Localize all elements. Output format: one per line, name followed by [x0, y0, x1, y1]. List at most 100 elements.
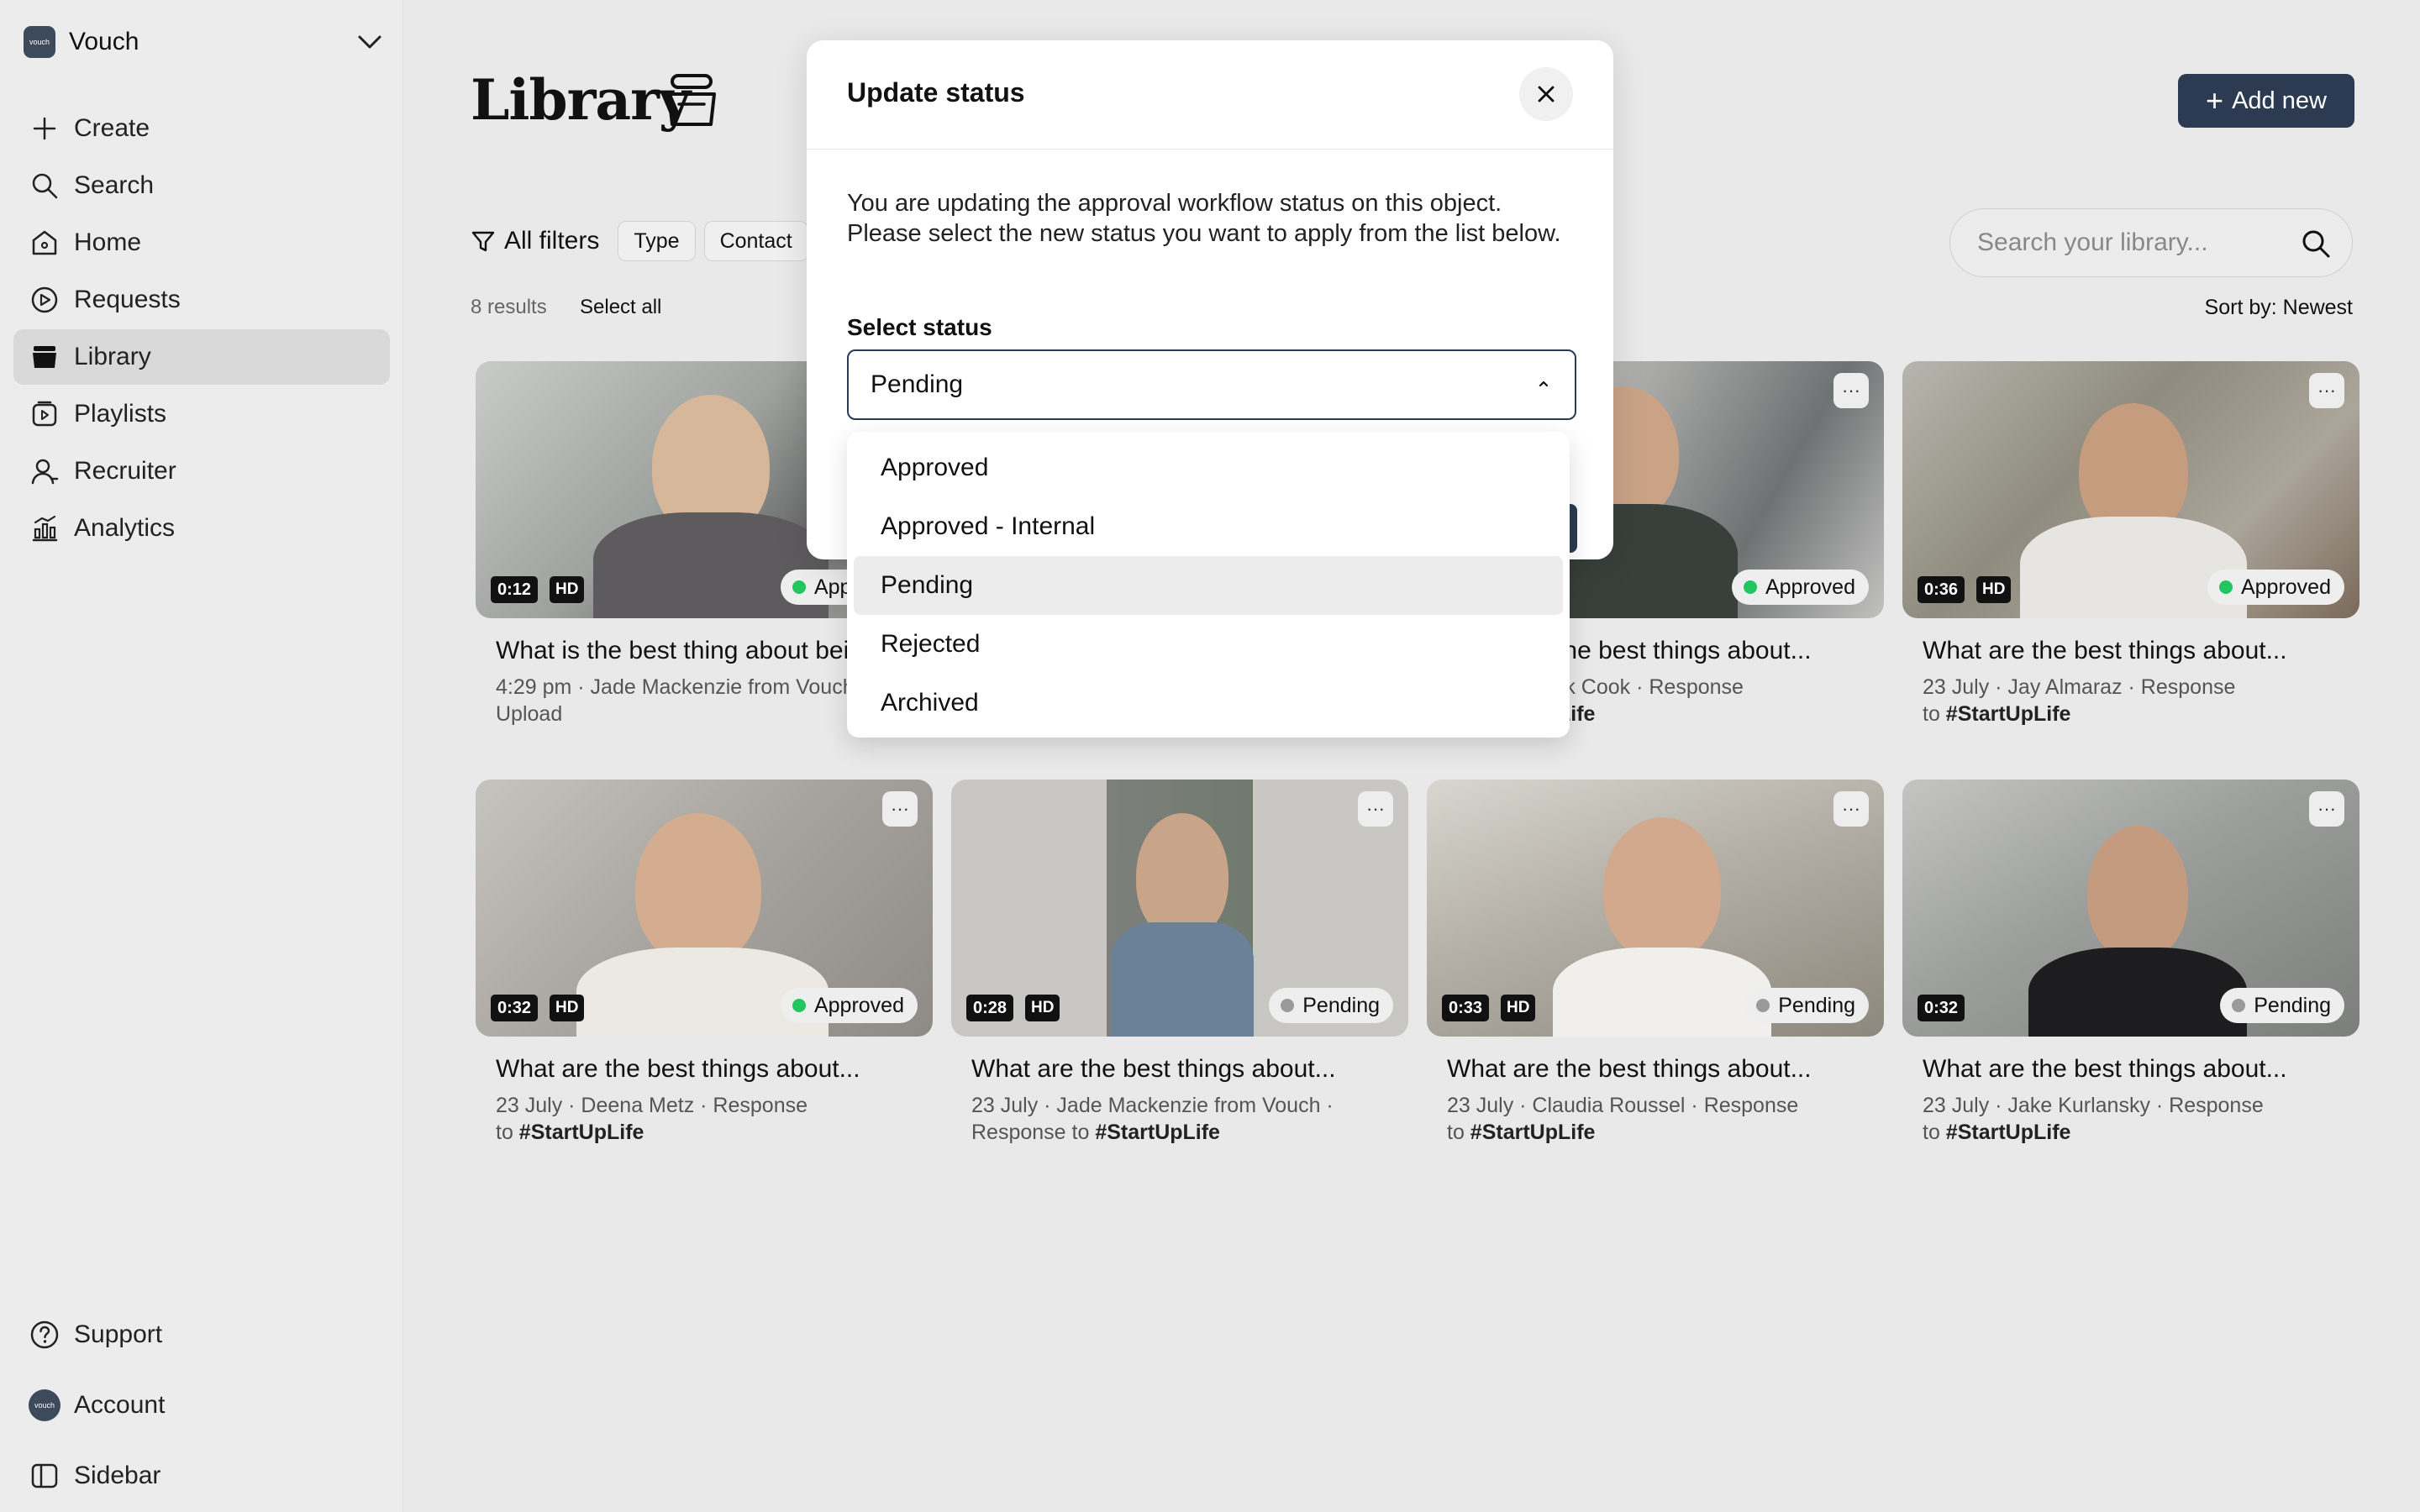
library-search-input[interactable]: Search your library... — [1949, 208, 2353, 277]
video-thumbnail[interactable]: ··· 0:28 HD Pending — [951, 780, 1408, 1037]
person-shoulders — [2020, 517, 2247, 618]
filter-chip-type[interactable]: Type — [618, 221, 696, 261]
sidebar-item-label: Create — [74, 114, 150, 142]
video-card[interactable]: ··· 0:33 HD Pending What are the best th… — [1427, 780, 1884, 1146]
modal-description: You are updating the approval workflow s… — [847, 190, 1561, 247]
status-option-rejected[interactable]: Rejected — [854, 615, 1563, 674]
meta-tag: #StartUpLife — [1095, 1121, 1220, 1144]
sidebar-item-create[interactable]: Create — [13, 101, 390, 156]
video-title[interactable]: What are the best things about... — [1923, 637, 2360, 665]
status-badge: Approved — [2207, 570, 2344, 605]
meta-line: 23 July · Deena Metz · Response — [496, 1094, 808, 1117]
video-meta: 23 July · Jade Mackenzie from Vouch · Res… — [971, 1092, 1392, 1146]
sidebar-item-account[interactable]: vouch Account — [13, 1371, 390, 1440]
duration-badge: 0:12 — [491, 576, 539, 603]
more-options-button[interactable]: ··· — [2309, 791, 2344, 827]
sort-dropdown[interactable]: Sort by: Newest — [2205, 296, 2353, 320]
page-title: Library — [471, 67, 691, 133]
video-card[interactable]: ··· 0:36 HD Approved What are the best t… — [1902, 361, 2360, 727]
sidebar-item-requests[interactable]: Requests — [13, 272, 390, 328]
duration-badge: 0:36 — [1918, 576, 1965, 603]
status-label: Pending — [1778, 993, 1855, 1017]
status-option-archived[interactable]: Archived — [854, 674, 1563, 732]
sidebar-item-support[interactable]: Support — [13, 1300, 390, 1369]
sidebar-item-recruiter[interactable]: Recruiter — [13, 444, 390, 499]
video-title[interactable]: What are the best things about... — [971, 1055, 1408, 1084]
status-badge: Pending — [1269, 988, 1393, 1023]
hd-badge: HD — [550, 995, 585, 1021]
status-select[interactable]: Pending — [847, 349, 1576, 420]
meta-tag: #StartUpLife — [1470, 1121, 1596, 1144]
meta-line: 23 July · Jake Kurlansky · Response — [1923, 1094, 2264, 1117]
meta-tag: #StartUpLife — [1945, 1121, 2071, 1144]
sidebar-item-label: Support — [74, 1320, 163, 1348]
sidebar-item-label: Recruiter — [74, 457, 176, 485]
help-icon — [29, 1319, 60, 1351]
playlists-icon — [29, 398, 60, 430]
home-icon — [29, 227, 60, 259]
workspace-switcher[interactable]: vouch Vouch — [24, 24, 383, 60]
sidebar-item-analytics[interactable]: Analytics — [13, 501, 390, 556]
library-icon — [29, 341, 60, 373]
video-title[interactable]: What are the best things about... — [1923, 1055, 2360, 1084]
more-options-button[interactable]: ··· — [1358, 791, 1393, 827]
sidebar-item-label: Analytics — [74, 514, 176, 542]
sidebar-item-label: Home — [74, 228, 142, 256]
status-option-pending[interactable]: Pending — [854, 556, 1563, 615]
meta-tag: #StartUpLife — [1945, 702, 2071, 726]
video-thumbnail[interactable]: ··· 0:33 HD Pending — [1427, 780, 1884, 1037]
results-count: 8 results — [471, 296, 547, 318]
sidebar-item-library[interactable]: Library — [13, 329, 390, 385]
video-meta: 23 July · Claudia Roussel · Response to #… — [1447, 1092, 1867, 1146]
video-thumbnail[interactable]: ··· 0:32 HD Approved — [476, 780, 933, 1037]
filter-chip-contact[interactable]: Contact — [703, 221, 808, 261]
all-filters-button[interactable]: All filters — [471, 227, 599, 255]
sidebar-item-home[interactable]: Home — [13, 215, 390, 270]
person-silhouette — [1136, 813, 1228, 939]
status-dot — [1743, 580, 1757, 594]
meta-line: 4:29 pm · Jade Mackenzie from Vouch · — [496, 675, 867, 699]
search-icon — [29, 170, 60, 202]
video-thumbnail[interactable]: ··· 0:32 Pending — [1902, 780, 2360, 1037]
meta-line: 23 July · Claudia Roussel · Response — [1447, 1094, 1799, 1117]
video-card[interactable]: ··· 0:32 Pending What are the best thing… — [1902, 780, 2360, 1146]
select-all-button[interactable]: Select all — [580, 296, 661, 319]
video-title[interactable]: What are the best things about... — [1447, 1055, 1884, 1084]
search-icon[interactable] — [2300, 228, 2332, 260]
more-options-button[interactable]: ··· — [1833, 373, 1869, 408]
video-title[interactable]: What are the best things about... — [496, 1055, 933, 1084]
status-option-approved[interactable]: Approved — [854, 438, 1563, 497]
video-meta: 23 July · Deena Metz · Response to #Start… — [496, 1092, 916, 1146]
workspace-logo: vouch — [24, 26, 55, 58]
video-thumbnail[interactable]: ··· 0:36 HD Approved — [1902, 361, 2360, 618]
sidebar-item-search[interactable]: Search — [13, 158, 390, 213]
select-status-label: Select status — [847, 314, 992, 340]
sidebar-item-playlists[interactable]: Playlists — [13, 386, 390, 442]
video-meta: 23 July · Jake Kurlansky · Response to #S… — [1923, 1092, 2343, 1146]
status-option-approved-internal[interactable]: Approved - Internal — [854, 497, 1563, 556]
sidebar-footer: Support vouch Account Sidebar — [13, 1300, 390, 1512]
workspace-name: Vouch — [69, 28, 139, 55]
person-shoulders — [2028, 948, 2247, 1037]
status-dropdown-menu: Approved Approved - Internal Pending Rej… — [847, 432, 1570, 738]
plus-icon — [29, 113, 60, 144]
add-new-button[interactable]: + Add new — [2178, 74, 2354, 128]
chevron-up-icon — [1539, 381, 1549, 387]
avatar-icon: vouch — [29, 1389, 60, 1421]
status-label: Approved — [813, 993, 904, 1017]
sidebar-toggle-icon — [29, 1460, 60, 1492]
more-options-button[interactable]: ··· — [1833, 791, 1869, 827]
video-card[interactable]: ··· 0:28 HD Pending What are the best th… — [951, 780, 1408, 1146]
status-dot — [2218, 580, 2233, 594]
sidebar-item-sidebar-toggle[interactable]: Sidebar — [13, 1441, 390, 1510]
hd-badge: HD — [1501, 995, 1536, 1021]
video-card[interactable]: ··· 0:32 HD Approved What are the best t… — [476, 780, 933, 1146]
close-button[interactable] — [1519, 67, 1573, 121]
status-dot — [2232, 999, 2246, 1012]
more-options-button[interactable]: ··· — [2309, 373, 2344, 408]
meta-line-2: Response to — [971, 1121, 1096, 1144]
hd-badge: HD — [1976, 576, 2012, 603]
hd-badge: HD — [1025, 995, 1060, 1021]
status-badge: Approved — [780, 988, 918, 1023]
more-options-button[interactable]: ··· — [882, 791, 918, 827]
